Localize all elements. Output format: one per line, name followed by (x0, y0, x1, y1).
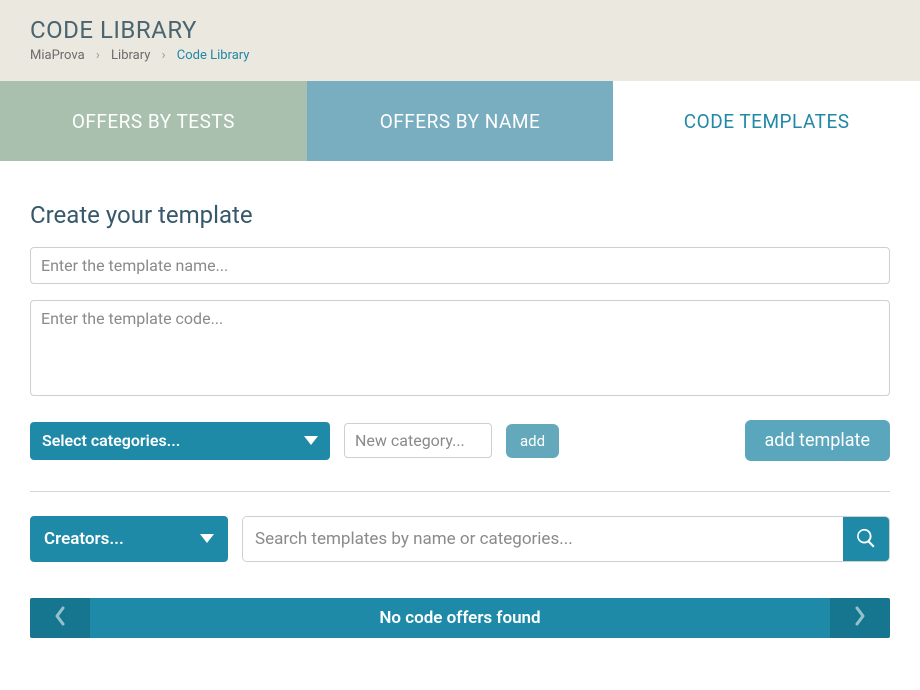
select-categories-dropdown[interactable]: Select categories... (30, 422, 330, 460)
prev-page-button[interactable] (30, 598, 90, 638)
search-templates-input[interactable] (243, 517, 843, 561)
divider (30, 491, 890, 492)
page-title: CODE LIBRARY (30, 16, 890, 44)
search-templates-wrap (242, 516, 890, 562)
next-page-button[interactable] (830, 598, 890, 638)
chevron-down-icon (304, 431, 318, 450)
search-row: Creators... (30, 516, 890, 562)
search-button[interactable] (843, 517, 889, 561)
add-category-button[interactable]: add (506, 424, 559, 458)
breadcrumb-current: Code Library (177, 48, 250, 63)
chevron-down-icon (200, 529, 214, 549)
breadcrumb-home[interactable]: MiaProva (30, 48, 85, 63)
breadcrumb-library[interactable]: Library (111, 48, 150, 63)
tab-offers-by-tests[interactable]: OFFERS BY TESTS (0, 81, 307, 161)
template-code-input[interactable] (30, 300, 890, 396)
creators-dropdown[interactable]: Creators... (30, 516, 228, 562)
tab-offers-by-name[interactable]: OFFERS BY NAME (307, 81, 614, 161)
category-row: Select categories... add add template (30, 420, 890, 461)
add-template-button[interactable]: add template (745, 420, 891, 461)
create-template-heading: Create your template (30, 201, 890, 229)
template-name-input[interactable] (30, 247, 890, 284)
breadcrumb-sep: › (162, 48, 166, 63)
breadcrumb-sep: › (96, 48, 100, 63)
content-area: Create your template Select categories..… (0, 161, 920, 648)
creators-label: Creators... (44, 529, 124, 549)
new-category-input[interactable] (344, 423, 492, 458)
results-empty-message: No code offers found (90, 598, 830, 638)
select-categories-label: Select categories... (42, 431, 180, 450)
search-icon (855, 527, 877, 552)
results-bar: No code offers found (30, 598, 890, 638)
chevron-right-icon (853, 606, 867, 630)
chevron-left-icon (53, 606, 67, 630)
tab-bar: OFFERS BY TESTS OFFERS BY NAME CODE TEMP… (0, 81, 920, 161)
header-bar: CODE LIBRARY MiaProva › Library › Code L… (0, 0, 920, 81)
tab-code-templates[interactable]: CODE TEMPLATES (613, 81, 920, 161)
breadcrumb: MiaProva › Library › Code Library (30, 48, 890, 63)
